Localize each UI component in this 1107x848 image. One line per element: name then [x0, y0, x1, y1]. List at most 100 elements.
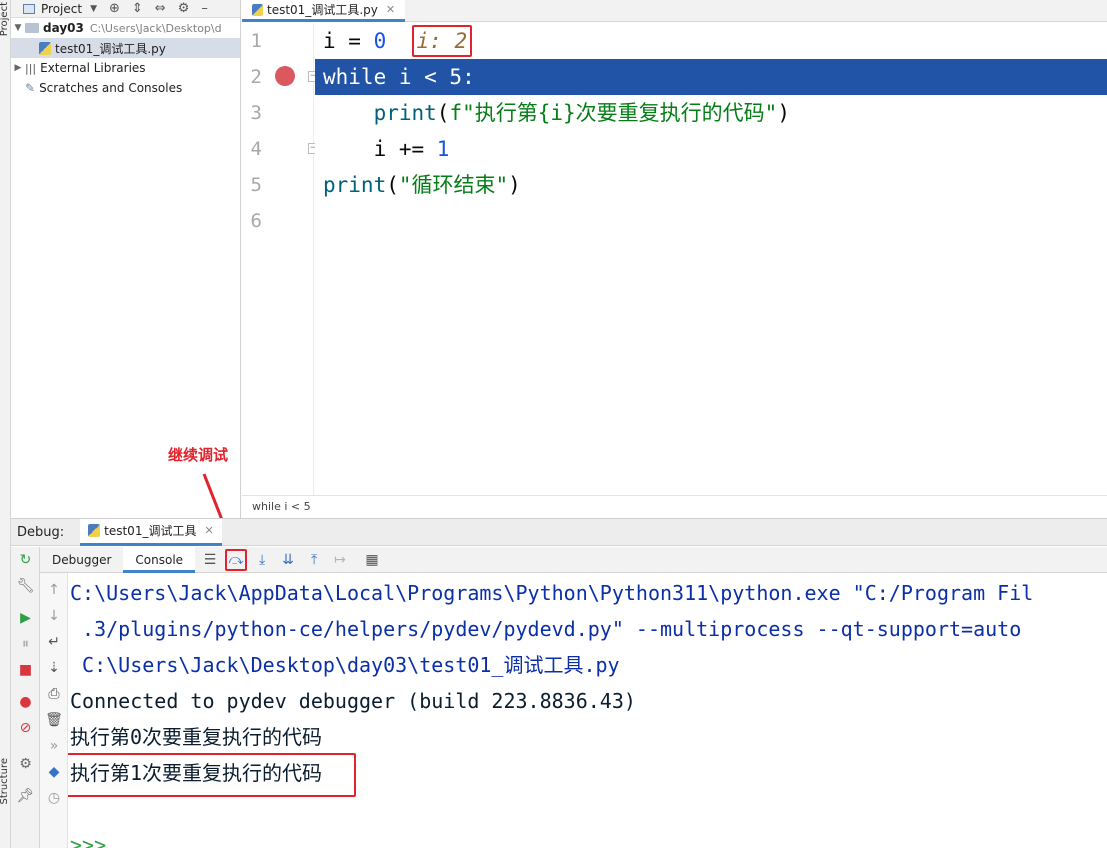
breakpoint-icon[interactable] [275, 66, 295, 86]
tree-item-test01[interactable]: test01_调试工具.py [11, 38, 240, 58]
mute-breakpoints-icon[interactable]: ⊘ [11, 717, 40, 739]
code-text: i += [373, 137, 437, 161]
code-number: 0 [373, 29, 387, 53]
tree-item-label: day03 [43, 21, 84, 35]
project-panel: Project ▼ ⊕ ⇕ ⇔ ⚙ – ▼ day03 C:\Users\Jac… [11, 0, 241, 518]
debug-window-header: Debug: test01_调试工具 ✕ [11, 518, 1107, 546]
resume-icon[interactable]: ▶ [11, 607, 40, 629]
hide-icon[interactable]: – [201, 1, 208, 16]
tree-item-scratches[interactable]: ✎ Scratches and Consoles [11, 78, 240, 98]
tree-item-label: Scratches and Consoles [39, 81, 183, 95]
project-view-selector[interactable]: Project [41, 2, 82, 16]
console-line: Connected to pydev debugger (build 223.8… [70, 689, 636, 713]
trash-icon[interactable]: 🗑︎ [40, 709, 68, 731]
close-icon[interactable]: ✕ [204, 524, 213, 537]
python-file-icon [39, 41, 51, 55]
tab-debugger[interactable]: Debugger [40, 547, 123, 573]
code-line-3: print(f"执行第{i}次要重复执行的代码") [315, 95, 1107, 131]
step-into-my-code-icon[interactable]: ⇊ [277, 549, 299, 571]
code-function: print [373, 101, 437, 125]
tab-console[interactable]: Console [123, 546, 196, 573]
close-icon[interactable]: ✕ [386, 3, 395, 16]
python-icon [88, 524, 101, 537]
tree-item-day03[interactable]: ▼ day03 C:\Users\Jack\Desktop\d [11, 18, 240, 38]
chevron-down-icon[interactable]: ▼ [90, 4, 97, 14]
view-breakpoints-icon[interactable]: ● [11, 691, 40, 713]
code-line-5: print("循环结束") [315, 167, 1107, 203]
down-arrow-icon[interactable]: ↓ [40, 605, 68, 627]
highlight-box [68, 753, 356, 797]
debug-side-toolbar: ↻ 🔧︎ ▶ ⏸︎ ■ ● ⊘ ⚙ 📌︎ [11, 547, 40, 848]
step-over-icon[interactable]: ⤼ [225, 548, 248, 571]
folder-icon [25, 23, 39, 33]
editor-tab-bar: test01_调试工具.py ✕ [242, 0, 1107, 22]
line-number: 6 [250, 210, 262, 232]
breadcrumb[interactable]: while i < 5 [242, 495, 1107, 518]
inline-value-box: i: 2 [411, 25, 473, 57]
console-side-toolbar: ↑ ↓ ↵ ⇣ ⎙ 🗑︎ » ◆ ◷ [40, 573, 68, 848]
console-output[interactable]: C:\Users\Jack\AppData\Local\Programs\Pyt… [68, 573, 1107, 848]
code-text: i = [323, 29, 374, 53]
editor-gutter[interactable]: 1 2 3 4 5 6 − − [242, 23, 319, 495]
editor-tab-label: test01_调试工具.py [267, 3, 378, 17]
library-icon: ||| [25, 61, 37, 75]
locate-file-icon[interactable]: ⊕ [109, 1, 120, 16]
inline-debug-value: i: 2 [416, 29, 468, 53]
line-number: 1 [250, 30, 262, 52]
scratches-icon: ✎ [25, 81, 36, 95]
code-string: "循环结束" [398, 173, 509, 197]
up-arrow-icon[interactable]: ↑ [40, 579, 68, 601]
project-view-icon [23, 3, 35, 14]
code-number: 1 [436, 137, 450, 161]
tree-item-label: test01_调试工具.py [55, 41, 166, 56]
code-line-1: i = 0 i: 2 [315, 23, 1107, 59]
console-line: .3/plugins/python-ce/helpers/pydev/pydev… [70, 617, 1022, 641]
console-line: C:\Users\Jack\AppData\Local\Programs\Pyt… [70, 581, 1034, 605]
expand-arrow-icon[interactable]: ▼ [11, 23, 25, 33]
debug-toolbar: Debugger Console ☰ ⤼ ⤓ ⇊ ⤒ ↦ ▦ [40, 546, 1107, 573]
double-chevron-icon[interactable]: » [40, 735, 68, 757]
gear-icon[interactable]: ⚙ [11, 753, 40, 775]
soft-wrap-icon[interactable]: ↵ [40, 631, 68, 653]
debug-session-tab[interactable]: test01_调试工具 ✕ [80, 518, 222, 546]
console-prompt[interactable]: >>> [70, 827, 106, 848]
left-tool-strip: Project Structure [0, 0, 11, 848]
code-function: print [323, 173, 387, 197]
gear-icon[interactable]: ⚙ [178, 1, 190, 16]
run-to-cursor-icon[interactable]: ↦ [329, 549, 351, 571]
code-editor[interactable]: i = 0 i: 2 while i < 5: print(f"执行第{i}次要… [315, 23, 1107, 495]
structure-tool-window-label[interactable]: Structure [0, 758, 10, 805]
debug-session-label: test01_调试工具 [104, 524, 197, 538]
editor-tab-test01[interactable]: test01_调试工具.py ✕ [242, 0, 406, 22]
collapse-all-icon[interactable]: ⇔ [155, 1, 166, 16]
evaluate-expression-icon[interactable]: ▦ [361, 549, 383, 571]
line-number: 2 [250, 66, 262, 88]
line-number: 3 [250, 102, 262, 124]
tree-item-external-libraries[interactable]: ▶ ||| External Libraries [11, 58, 240, 78]
scroll-to-end-icon[interactable]: ⇣ [40, 657, 68, 679]
code-line-4: i += 1 [315, 131, 1107, 167]
pause-icon[interactable]: ⏸︎ [11, 633, 40, 655]
rerun-icon[interactable]: ↻ [11, 549, 40, 571]
pin-icon[interactable]: 📌︎ [11, 785, 40, 807]
show-execution-point-icon[interactable]: ☰ [199, 549, 221, 571]
debug-title: Debug: [17, 524, 65, 540]
project-toolbar: Project ▼ ⊕ ⇕ ⇔ ⚙ – [11, 0, 240, 18]
print-icon[interactable]: ⎙ [40, 683, 68, 705]
history-icon[interactable]: ◷ [40, 787, 68, 809]
wrench-icon[interactable]: 🔧︎ [11, 575, 40, 597]
python-file-icon [252, 3, 263, 16]
console-line: 执行第0次要重复执行的代码 [70, 725, 323, 749]
step-into-icon[interactable]: ⤓ [251, 549, 273, 571]
project-tool-window-label[interactable]: Project [0, 2, 10, 36]
code-string: f"执行第{i}次要重复执行的代码" [449, 101, 778, 125]
python-console-icon[interactable]: ◆ [40, 761, 68, 783]
expand-all-icon[interactable]: ⇕ [132, 1, 143, 16]
collapse-arrow-icon[interactable]: ▶ [11, 63, 25, 73]
tree-item-label: External Libraries [40, 61, 146, 75]
code-paren: ( [436, 101, 450, 125]
console-line: C:\Users\Jack\Desktop\day03\test01_调试工具.… [70, 653, 620, 677]
stop-icon[interactable]: ■ [11, 659, 40, 681]
code-paren: ( [386, 173, 399, 197]
step-out-icon[interactable]: ⤒ [303, 549, 325, 571]
